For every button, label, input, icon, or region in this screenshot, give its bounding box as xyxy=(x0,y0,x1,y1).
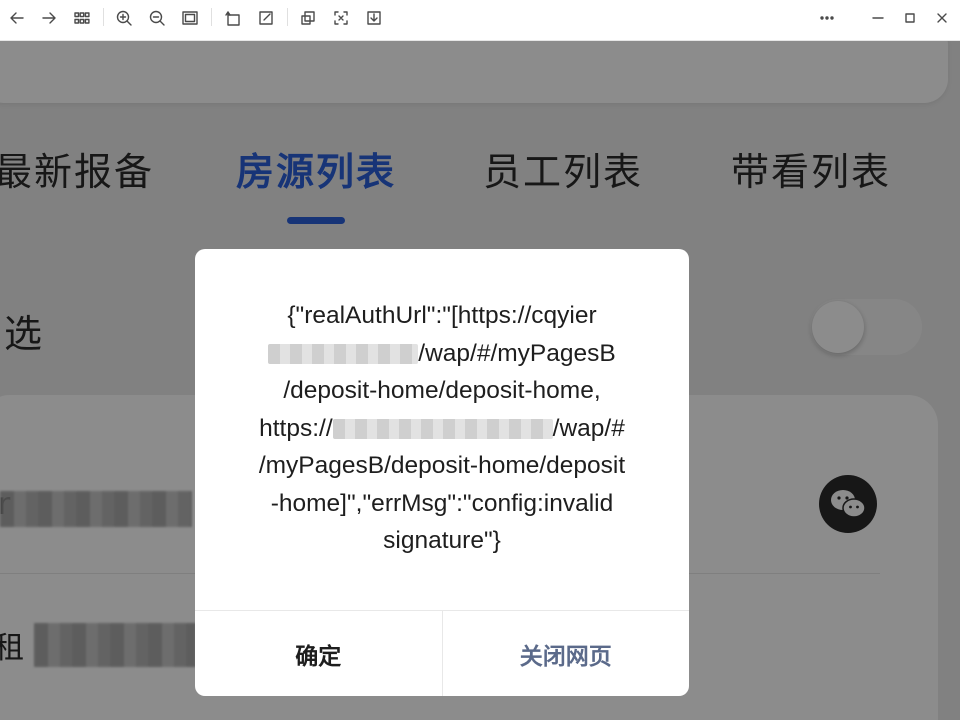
toolbar-divider xyxy=(211,8,212,26)
arrow-right-icon[interactable] xyxy=(35,4,63,32)
more-icon[interactable] xyxy=(813,4,841,32)
viewer-toolbar xyxy=(0,0,960,41)
grid-icon[interactable] xyxy=(68,4,96,32)
download-icon[interactable] xyxy=(360,4,388,32)
maximize-icon[interactable] xyxy=(896,4,924,32)
dialog-message: {"realAuthUrl":"[https://cqyier /wap/#/m… xyxy=(225,297,659,560)
arrow-left-icon[interactable] xyxy=(3,4,31,32)
message-line: /wap/#/myPagesB xyxy=(225,335,659,373)
message-line: /myPagesB/deposit-home/deposit xyxy=(258,452,626,479)
close-icon[interactable] xyxy=(928,4,956,32)
copy-icon[interactable] xyxy=(294,4,322,32)
message-line-text: /wap/#/myPagesB xyxy=(418,339,616,367)
redacted-text xyxy=(268,344,419,365)
message-line-text: /wap/# xyxy=(552,414,625,442)
message-line: -home]","errMsg":"config:invalid xyxy=(270,489,614,517)
alert-dialog: {"realAuthUrl":"[https://cqyier /wap/#/m… xyxy=(195,249,689,696)
redacted-text xyxy=(332,419,553,440)
confirm-button[interactable]: 确定 xyxy=(195,611,443,696)
toolbar-divider xyxy=(103,8,104,26)
message-line: https:// /wap/# xyxy=(225,410,659,448)
dialog-buttons: 确定 关闭网页 xyxy=(195,610,689,696)
edit-icon[interactable] xyxy=(252,4,280,32)
rotate-icon[interactable] xyxy=(219,4,247,32)
minimize-icon[interactable] xyxy=(864,4,892,32)
zoom-out-icon[interactable] xyxy=(143,4,171,32)
message-line: signature"} xyxy=(383,527,501,554)
fit-window-icon[interactable] xyxy=(176,4,204,32)
toolbar-divider xyxy=(287,8,288,26)
message-line-text: https:// xyxy=(259,414,333,442)
crop-icon[interactable] xyxy=(327,4,355,32)
zoom-in-icon[interactable] xyxy=(110,4,138,32)
close-page-button[interactable]: 关闭网页 xyxy=(443,611,690,696)
message-line: {"realAuthUrl":"[https://cqyier xyxy=(287,302,597,329)
message-line: /deposit-home/deposit-home, xyxy=(283,377,601,404)
